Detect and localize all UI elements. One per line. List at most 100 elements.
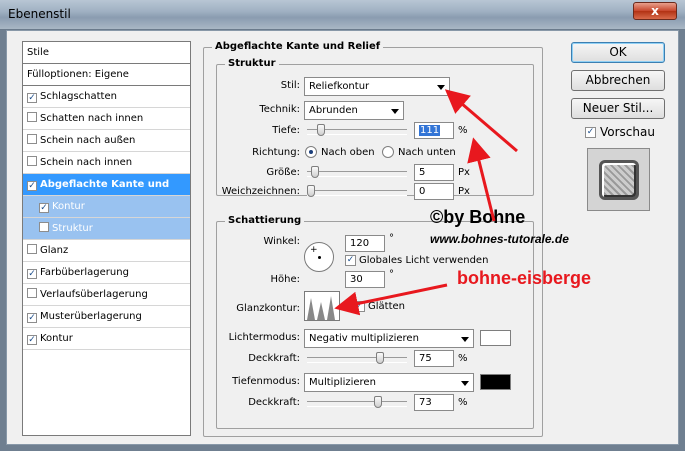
altitude-label: Höhe: xyxy=(270,274,301,285)
style-checkbox[interactable]: ✓ xyxy=(39,203,49,213)
style-list-item[interactable]: ✓ Kontur xyxy=(23,196,190,218)
direction-up-radio[interactable] xyxy=(305,146,317,158)
window-title: Ebenenstil xyxy=(8,7,71,21)
style-checkbox[interactable] xyxy=(27,112,37,122)
shadow-opacity-input[interactable]: 73 xyxy=(414,394,454,411)
dialog-body: Stile Fülloptionen: Eigene ✓ Schlagschatt… xyxy=(6,30,679,445)
depth-value: 111 xyxy=(419,125,441,136)
shadow-mode-label: Tiefenmodus: xyxy=(232,376,300,387)
style-item-label: Schatten nach innen xyxy=(40,113,144,124)
style-checkbox[interactable] xyxy=(27,288,37,298)
cancel-button[interactable]: Abbrechen xyxy=(571,70,665,91)
global-light-checkbox[interactable]: ✓ xyxy=(345,255,356,266)
style-select-value: Reliefkontur xyxy=(309,81,370,92)
angle-label: Winkel: xyxy=(263,236,300,247)
style-item-label: Kontur xyxy=(40,333,73,344)
depth-label: Tiefe: xyxy=(272,125,300,136)
altitude-unit: ° xyxy=(389,269,394,280)
crosshair-icon: + xyxy=(310,245,318,255)
size-label: Größe: xyxy=(266,167,300,178)
style-checkbox[interactable]: ✓ xyxy=(27,181,37,191)
highlight-mode-select[interactable]: Negativ multiplizieren xyxy=(304,329,474,348)
style-checkbox[interactable] xyxy=(27,134,37,144)
style-list-item[interactable]: Schein nach außen xyxy=(23,130,190,152)
style-select[interactable]: Reliefkontur xyxy=(304,77,450,96)
style-item-label: Schein nach außen xyxy=(40,135,136,146)
technique-select[interactable]: Abrunden xyxy=(304,101,404,120)
style-label: Stil: xyxy=(280,80,300,91)
size-slider-thumb[interactable] xyxy=(311,166,319,178)
highlight-opacity-thumb[interactable] xyxy=(376,352,384,364)
direction-up-label: Nach oben xyxy=(321,147,375,158)
style-list-header[interactable]: Stile xyxy=(23,42,190,64)
style-item-label: Schlagschatten xyxy=(40,91,117,102)
shadow-mode-select[interactable]: Multiplizieren xyxy=(304,373,474,392)
style-checkbox[interactable]: ✓ xyxy=(27,313,37,323)
style-checkbox[interactable] xyxy=(27,244,37,254)
style-list-item[interactable]: ✓Abgeflachte Kante und Relief xyxy=(23,174,190,211)
size-input[interactable]: 5 xyxy=(414,164,454,181)
angle-unit: ° xyxy=(389,233,394,244)
soften-input[interactable]: 0 xyxy=(414,183,454,200)
style-list-item[interactable]: Schein nach innen xyxy=(23,152,190,174)
preview-checkbox[interactable]: ✓ xyxy=(585,127,596,138)
highlight-opacity-input[interactable]: 75 xyxy=(414,350,454,367)
preview-label: Vorschau xyxy=(600,125,655,139)
style-item-label: Kontur xyxy=(52,201,85,212)
shadow-mode-value: Multiplizieren xyxy=(309,377,376,388)
dial-center-dot xyxy=(318,256,321,259)
style-list-item[interactable]: ✓ Farbüberlagerung xyxy=(23,262,190,284)
new-style-button[interactable]: Neuer Stil... xyxy=(571,98,665,119)
style-checkbox[interactable]: ✓ xyxy=(27,93,37,103)
direction-down-radio[interactable] xyxy=(382,146,394,158)
soften-slider-thumb[interactable] xyxy=(307,185,315,197)
style-list-item[interactable]: ✓ Schlagschatten xyxy=(23,86,190,108)
soften-unit: Px xyxy=(458,186,470,197)
depth-slider[interactable] xyxy=(307,124,407,136)
angle-dial[interactable]: + xyxy=(304,242,334,272)
chevron-down-icon xyxy=(437,85,445,90)
altitude-input[interactable]: 30 xyxy=(345,271,385,288)
style-list-item[interactable]: ✓ Musterüberlagerung xyxy=(23,306,190,328)
depth-input[interactable]: 111 xyxy=(414,122,454,139)
depth-unit: % xyxy=(458,125,468,136)
style-checkbox[interactable]: ✓ xyxy=(27,335,37,345)
soften-slider[interactable] xyxy=(307,185,407,197)
style-list-item[interactable]: ✓ Kontur xyxy=(23,328,190,350)
fill-options-item[interactable]: Fülloptionen: Eigene xyxy=(23,64,190,86)
panel-title: Abgeflachte Kante und Relief xyxy=(212,41,384,52)
close-button[interactable]: x xyxy=(633,2,677,20)
angle-input[interactable]: 120 xyxy=(345,235,385,252)
style-checkbox[interactable] xyxy=(27,156,37,166)
highlight-opacity-slider[interactable] xyxy=(307,352,407,364)
style-list-item[interactable]: Glanz xyxy=(23,240,190,262)
structure-title: Struktur xyxy=(225,58,279,69)
style-checkbox[interactable] xyxy=(39,222,49,232)
ok-button[interactable]: OK xyxy=(571,42,665,63)
contour-thumbnail-icon xyxy=(307,296,335,320)
chevron-down-icon xyxy=(461,381,469,386)
antialias-checkbox[interactable]: ✓ xyxy=(354,301,365,312)
style-item-label: Schein nach innen xyxy=(40,157,133,168)
gloss-contour-picker[interactable] xyxy=(304,291,340,321)
style-list-item[interactable]: Struktur xyxy=(23,218,190,240)
highlight-mode-value: Negativ multiplizieren xyxy=(309,333,419,344)
shadow-opacity-slider[interactable] xyxy=(307,396,407,408)
direction-label: Richtung: xyxy=(252,147,300,158)
highlight-color-swatch[interactable] xyxy=(480,330,511,346)
depth-slider-thumb[interactable] xyxy=(317,124,325,136)
style-item-label: Verlaufsüberlagerung xyxy=(40,289,148,300)
shadow-opacity-thumb[interactable] xyxy=(374,396,382,408)
chevron-down-icon[interactable] xyxy=(343,303,351,308)
style-preview xyxy=(587,148,650,211)
chevron-down-icon xyxy=(391,109,399,114)
shadow-color-swatch[interactable] xyxy=(480,374,511,390)
style-list-item[interactable]: Schatten nach innen xyxy=(23,108,190,130)
shadow-opacity-label: Deckkraft: xyxy=(248,397,300,408)
style-checkbox[interactable]: ✓ xyxy=(27,269,37,279)
style-list-item[interactable]: Verlaufsüberlagerung xyxy=(23,284,190,306)
shading-title: Schattierung xyxy=(225,215,305,226)
soften-label: Weichzeichnen: xyxy=(221,186,300,197)
highlight-mode-label: Lichtermodus: xyxy=(228,332,300,343)
size-slider[interactable] xyxy=(307,166,407,178)
